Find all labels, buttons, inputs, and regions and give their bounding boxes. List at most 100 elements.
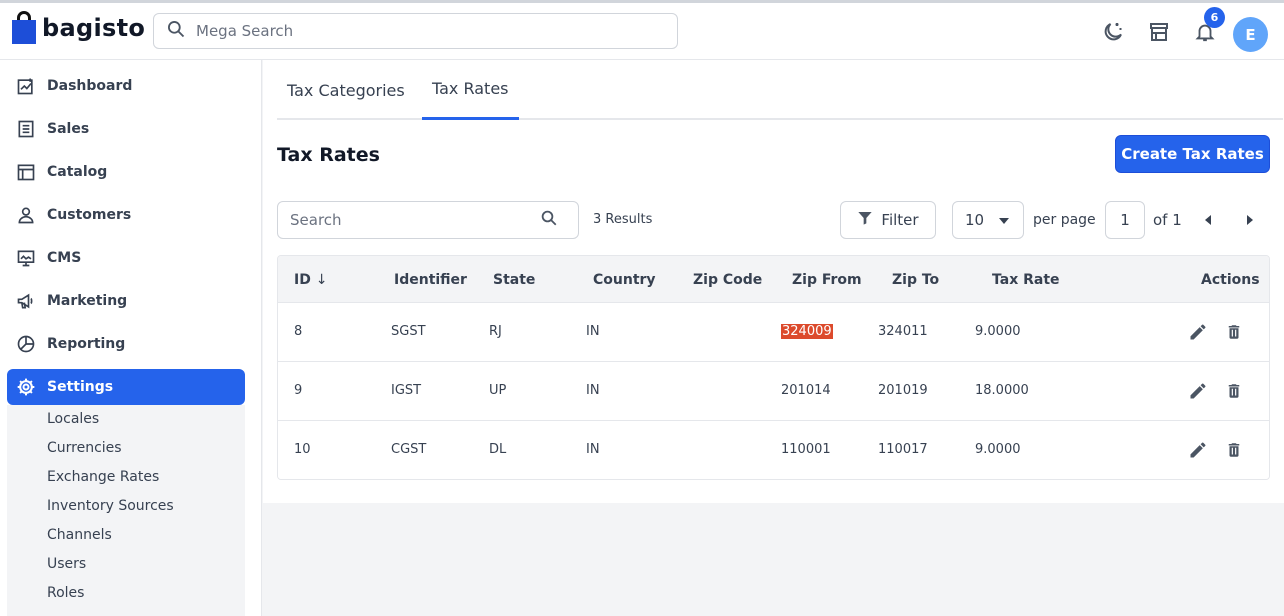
logo[interactable]: bagisto xyxy=(12,11,145,44)
cell-tax-rate: 9.0000 xyxy=(975,442,1021,457)
cell-state: UP xyxy=(489,383,507,398)
cell-country: IN xyxy=(586,324,600,339)
cell-zip-to: 201019 xyxy=(878,383,928,398)
search-icon xyxy=(166,19,186,43)
delete-trash-icon[interactable] xyxy=(1223,321,1245,343)
table-search[interactable] xyxy=(277,201,579,239)
edit-pencil-icon[interactable] xyxy=(1187,321,1209,343)
dark-mode-icon[interactable] xyxy=(1101,20,1125,44)
logo-text: bagisto xyxy=(42,13,146,42)
table-row: 10 CGST DL IN 110001 110017 9.0000 xyxy=(278,421,1269,479)
filter-button[interactable]: Filter xyxy=(840,201,936,239)
column-header-tax-rate[interactable]: Tax Rate xyxy=(992,272,1060,288)
tab-tax-rates[interactable]: Tax Rates xyxy=(422,60,519,120)
delete-trash-icon[interactable] xyxy=(1223,439,1245,461)
cell-tax-rate: 18.0000 xyxy=(975,383,1029,398)
sidebar-item-reporting[interactable]: Reporting xyxy=(7,326,245,362)
filter-label: Filter xyxy=(881,211,919,229)
marketing-icon xyxy=(15,290,37,312)
cell-state: RJ xyxy=(489,324,502,339)
per-page-value: 10 xyxy=(965,211,985,229)
column-header-country[interactable]: Country xyxy=(593,272,656,288)
sidebar-item-settings[interactable]: Settings xyxy=(7,369,245,405)
per-page-label: per page xyxy=(1033,212,1096,228)
sidebar-item-catalog[interactable]: Catalog xyxy=(7,154,245,190)
column-header-identifier[interactable]: Identifier xyxy=(394,272,467,288)
sidebar-item-label: CMS xyxy=(47,250,82,266)
sidebar-item-label: Reporting xyxy=(47,336,126,352)
cell-identifier: IGST xyxy=(391,383,422,398)
logo-bag-icon xyxy=(12,11,36,44)
chevron-down-icon xyxy=(999,218,1009,224)
edit-pencil-icon[interactable] xyxy=(1187,439,1209,461)
cms-icon xyxy=(15,247,37,269)
tab-tax-categories[interactable]: Tax Categories xyxy=(277,60,415,120)
submenu-item-locales[interactable]: Locales xyxy=(47,411,99,427)
top-header: bagisto 6 E xyxy=(0,0,1284,60)
table-row: 8 SGST RJ IN 324009 324011 9.0000 xyxy=(278,303,1269,362)
sidebar-item-label: Dashboard xyxy=(47,78,133,94)
sidebar-item-customers[interactable]: Customers xyxy=(7,197,245,233)
cell-country: IN xyxy=(586,383,600,398)
column-header-zip-to[interactable]: Zip To xyxy=(892,272,939,288)
mega-search-input[interactable] xyxy=(196,22,656,40)
mega-search[interactable] xyxy=(153,13,678,49)
sidebar-item-marketing[interactable]: Marketing xyxy=(7,283,245,319)
sidebar: Dashboard Sales Catalog Customers CMS Ma… xyxy=(0,60,262,616)
sidebar-item-label: Settings xyxy=(47,379,114,395)
dashboard-icon xyxy=(15,75,37,97)
page-number-input[interactable]: 1 xyxy=(1105,201,1145,239)
avatar[interactable]: E xyxy=(1233,17,1268,52)
sidebar-item-cms[interactable]: CMS xyxy=(7,240,245,276)
storefront-icon[interactable] xyxy=(1147,20,1171,44)
create-tax-rates-button[interactable]: Create Tax Rates xyxy=(1115,135,1270,173)
cell-zip-from: 110001 xyxy=(781,442,831,457)
cell-identifier: CGST xyxy=(391,442,427,457)
submenu-item-inventory-sources[interactable]: Inventory Sources xyxy=(47,498,174,514)
sidebar-item-label: Catalog xyxy=(47,164,108,180)
column-header-id[interactable]: ID ↓ xyxy=(294,272,327,288)
sidebar-item-label: Sales xyxy=(47,121,90,137)
submenu-item-roles[interactable]: Roles xyxy=(47,585,84,601)
sidebar-item-label: Marketing xyxy=(47,293,128,309)
submenu-item-channels[interactable]: Channels xyxy=(47,527,112,543)
column-header-actions: Actions xyxy=(1201,272,1260,288)
delete-trash-icon[interactable] xyxy=(1223,380,1245,402)
cell-zip-from: 201014 xyxy=(781,383,831,398)
submenu-item-currencies[interactable]: Currencies xyxy=(47,440,122,456)
sort-arrow-down-icon: ↓ xyxy=(315,272,328,288)
submenu-item-exchange-rates[interactable]: Exchange Rates xyxy=(47,469,159,485)
table-search-input[interactable] xyxy=(290,211,540,229)
submenu-item-users[interactable]: Users xyxy=(47,556,86,572)
column-header-zip-code[interactable]: Zip Code xyxy=(693,272,762,288)
page-total-label: of 1 xyxy=(1153,211,1182,229)
cell-zip-from-highlighted: 324009 xyxy=(781,324,833,339)
sidebar-item-dashboard[interactable]: Dashboard xyxy=(7,68,245,104)
cell-identifier: SGST xyxy=(391,324,426,339)
column-header-zip-from[interactable]: Zip From xyxy=(792,272,862,288)
tax-rates-table: ID ↓ Identifier State Country Zip Code Z… xyxy=(277,255,1270,480)
sidebar-item-label: Customers xyxy=(47,207,132,223)
next-page-icon[interactable] xyxy=(1247,215,1253,225)
settings-submenu: Locales Currencies Exchange Rates Invent… xyxy=(7,405,245,616)
prev-page-icon[interactable] xyxy=(1205,215,1211,225)
edit-pencil-icon[interactable] xyxy=(1187,380,1209,402)
sales-icon xyxy=(15,118,37,140)
table-row: 9 IGST UP IN 201014 201019 18.0000 xyxy=(278,362,1269,421)
main-content: Tax Categories Tax Rates Tax Rates Creat… xyxy=(263,60,1284,503)
column-header-state[interactable]: State xyxy=(493,272,535,288)
cell-id: 9 xyxy=(294,383,303,398)
cell-id: 8 xyxy=(294,324,303,339)
per-page-select[interactable]: 10 xyxy=(952,201,1024,239)
cell-zip-to: 324011 xyxy=(878,324,928,339)
page-title: Tax Rates xyxy=(277,144,380,166)
customers-icon xyxy=(15,204,37,226)
results-count: 3 Results xyxy=(593,212,653,227)
cell-tax-rate: 9.0000 xyxy=(975,324,1021,339)
tabs-bar: Tax Categories Tax Rates xyxy=(277,60,1283,120)
filter-icon xyxy=(857,210,873,230)
sidebar-item-sales[interactable]: Sales xyxy=(7,111,245,147)
search-icon[interactable] xyxy=(540,209,558,231)
reporting-icon xyxy=(15,333,37,355)
cell-zip-to: 110017 xyxy=(878,442,928,457)
